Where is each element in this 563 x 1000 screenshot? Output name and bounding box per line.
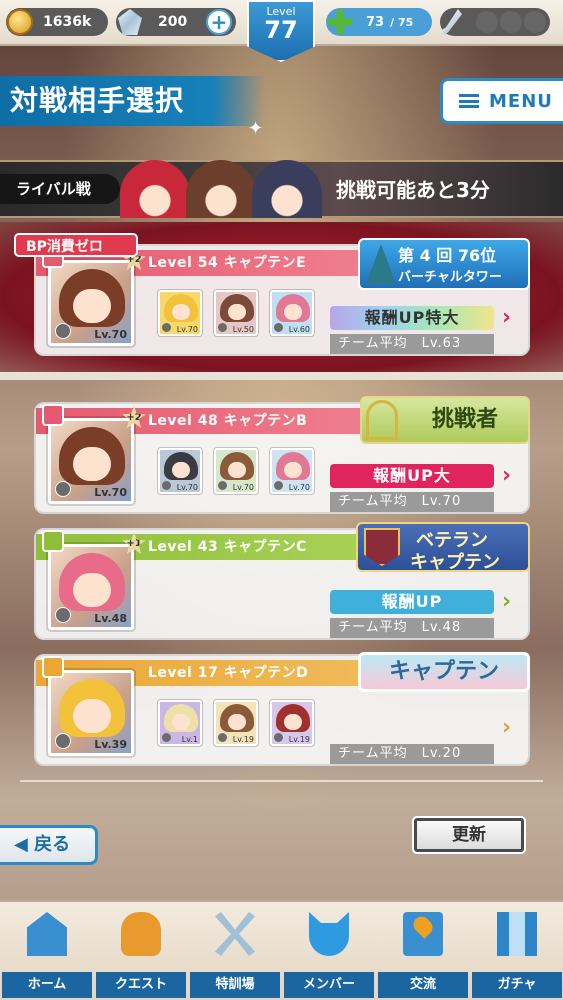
- map-pin-icon: [403, 912, 443, 956]
- tool-icon: [274, 323, 283, 332]
- member-portrait: Lv.19: [269, 699, 315, 747]
- member-portrait: Lv.1: [157, 699, 203, 747]
- page-title: 対戦相手選択: [0, 76, 265, 126]
- rival-portrait: [252, 160, 322, 218]
- team-average: チーム平均 Lv.48: [330, 618, 494, 638]
- gem-value: 200: [158, 14, 188, 30]
- level-value: 77: [264, 16, 298, 44]
- bottom-navigation: ホーム クエスト 特訓場 メンバー 交流 ガチャ: [0, 900, 563, 1000]
- reward-label: 報酬UP特大: [330, 306, 494, 330]
- team-average: チーム平均 Lv.70: [330, 492, 494, 512]
- member-portrait: Lv.19: [213, 699, 259, 747]
- quest-monster-icon: [121, 912, 161, 956]
- member-portrait: Lv.70: [269, 447, 315, 495]
- gate-icon: [366, 400, 398, 440]
- captain-badge: キャプテン: [358, 652, 530, 692]
- back-button[interactable]: ◀ 戻る: [0, 825, 98, 865]
- stamina-max: / 75: [390, 15, 414, 29]
- crystal-icon: [118, 9, 142, 35]
- rival-label: ライバル戦: [0, 174, 120, 204]
- tool-icon: [55, 323, 71, 339]
- chevron-right-icon[interactable]: ›: [502, 717, 516, 739]
- challenger-badge: 挑戦者: [360, 396, 530, 444]
- tool-icon: [55, 607, 71, 623]
- tool-icon: [162, 733, 171, 742]
- tool-icon: [55, 733, 71, 749]
- leader-portrait: Lv.48: [46, 542, 136, 632]
- chevron-right-icon[interactable]: ›: [502, 465, 516, 487]
- coin-counter: 1636k: [6, 8, 108, 36]
- tool-icon: [218, 481, 227, 490]
- bp-dot-icon: [500, 11, 522, 33]
- menu-label: MENU: [489, 90, 553, 112]
- green-plus-icon: [328, 10, 352, 34]
- player-level-badge[interactable]: Level 77: [247, 0, 315, 62]
- crossed-swords-icon: [215, 912, 255, 956]
- bp-free-tag: BP消費ゼロ: [14, 233, 138, 257]
- bp-dot-icon: [476, 11, 498, 33]
- rarity-icon: [42, 656, 64, 678]
- stamina-value: 73: [366, 14, 385, 30]
- nav-gacha[interactable]: ガチャ: [470, 902, 563, 1000]
- leader-level: Lv.70: [94, 486, 127, 499]
- leader-level: Lv.48: [94, 612, 127, 625]
- tower-icon: [366, 244, 396, 284]
- tool-icon: [218, 323, 227, 332]
- rival-time-remaining: 挑戦可能あと3分: [336, 178, 490, 202]
- leader-portrait: Lv.70: [46, 416, 136, 506]
- nav-home[interactable]: ホーム: [0, 902, 94, 1000]
- veteran-captain-badge: ベテラン キャプテン: [356, 522, 530, 573]
- member-portrait: Lv.60: [269, 289, 315, 337]
- leader-level: Lv.39: [94, 738, 127, 751]
- team-average: チーム平均 Lv.63: [330, 334, 494, 354]
- chevron-right-icon[interactable]: ›: [502, 307, 516, 329]
- divider: [20, 780, 543, 782]
- member-cat-icon: [309, 912, 349, 956]
- school-icon: [27, 912, 67, 956]
- team-average: チーム平均 Lv.20: [330, 744, 494, 764]
- reward-label: 報酬UP大: [330, 464, 494, 488]
- sword-icon: [442, 9, 462, 35]
- rival-portrait: [120, 160, 190, 218]
- reward-label: 報酬UP: [330, 590, 494, 614]
- tower-rank-badge: 第 4 回 76位 バーチャルタワー: [358, 238, 530, 290]
- tool-icon: [162, 481, 171, 490]
- hamburger-icon: [459, 94, 479, 108]
- tool-icon: [162, 323, 171, 332]
- tool-icon: [55, 481, 71, 497]
- nav-training[interactable]: 特訓場: [188, 902, 282, 1000]
- member-portrait: Lv.70: [213, 447, 259, 495]
- member-portrait: Lv.70: [157, 447, 203, 495]
- section-divider: [0, 372, 563, 380]
- nav-social[interactable]: 交流: [376, 902, 470, 1000]
- tool-icon: [218, 733, 227, 742]
- tool-icon: [274, 733, 283, 742]
- tool-icon: [274, 481, 283, 490]
- rarity-icon: [42, 404, 64, 426]
- gem-counter: 200 +: [116, 8, 236, 36]
- rarity-icon: [42, 530, 64, 552]
- leader-portrait: Lv.70: [46, 258, 136, 348]
- nav-member[interactable]: メンバー: [282, 902, 376, 1000]
- bp-dot-icon: [524, 11, 546, 33]
- sparkle-icon: ✦: [248, 118, 264, 139]
- rival-portraits: [120, 160, 330, 218]
- refresh-button[interactable]: 更新: [412, 816, 526, 854]
- leader-portrait: Lv.39: [46, 668, 136, 758]
- curtain-stage-icon: [497, 912, 537, 956]
- nav-quest[interactable]: クエスト: [94, 902, 188, 1000]
- leader-level: Lv.70: [94, 328, 127, 341]
- bp-gauge: [440, 8, 550, 36]
- menu-button[interactable]: MENU: [440, 78, 563, 124]
- member-portrait: Lv.70: [157, 289, 203, 337]
- rival-portrait: [186, 160, 256, 218]
- chevron-right-icon[interactable]: ›: [502, 591, 516, 613]
- member-portrait: Lv.50: [213, 289, 259, 337]
- coin-value: 1636k: [43, 14, 92, 30]
- coin-icon: [7, 9, 33, 35]
- crest-icon: [364, 528, 400, 566]
- stamina-counter[interactable]: 73 / 75: [326, 8, 432, 36]
- add-gems-button[interactable]: +: [206, 9, 232, 35]
